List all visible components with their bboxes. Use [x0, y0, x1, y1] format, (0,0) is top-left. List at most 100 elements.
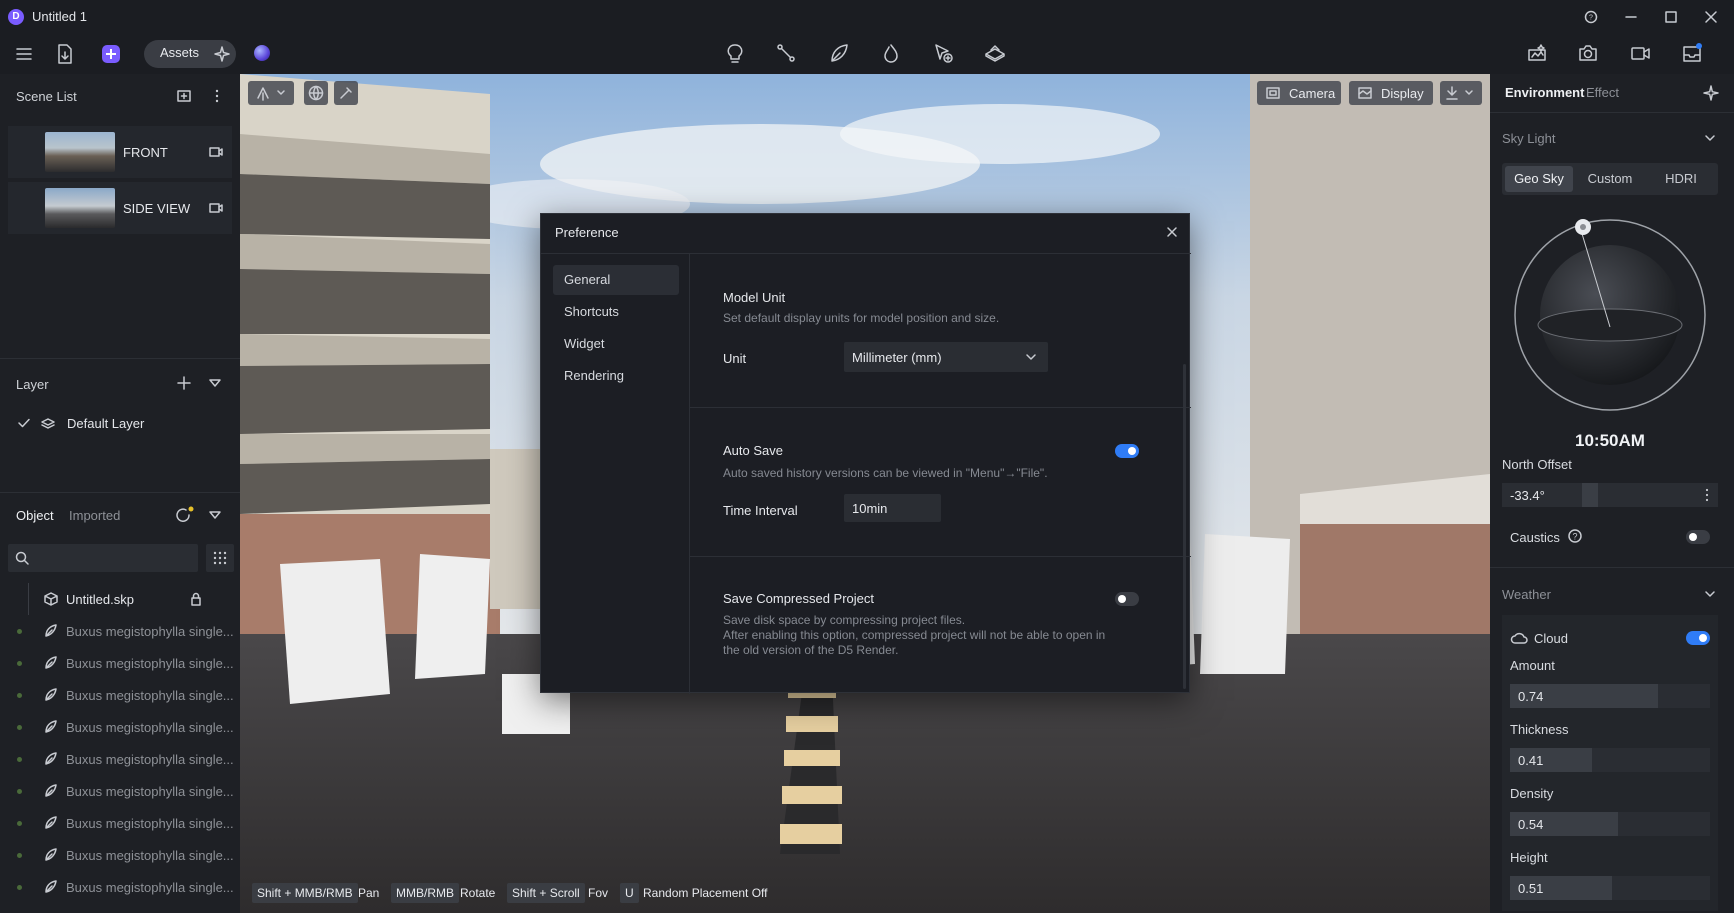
dialog-scrollbar[interactable]: [1183, 364, 1186, 689]
layer-name[interactable]: Default Layer: [67, 416, 144, 431]
nav-widget[interactable]: Widget: [553, 329, 679, 359]
video-icon[interactable]: [1629, 42, 1651, 64]
section-divider: [690, 556, 1191, 557]
chevron-down-icon[interactable]: [1703, 587, 1717, 601]
mode-geo-sky[interactable]: Geo Sky: [1505, 166, 1573, 192]
object-root-row[interactable]: Untitled.skp: [0, 583, 240, 615]
mode-custom[interactable]: Custom: [1576, 166, 1644, 192]
refresh-icon[interactable]: [174, 506, 194, 526]
weather-param-label: Height: [1510, 850, 1548, 865]
scene-item-front[interactable]: FRONT: [8, 126, 232, 178]
ai-sparkle-icon[interactable]: [1702, 84, 1720, 102]
object-list-item[interactable]: Buxus megistophylla single...: [0, 615, 240, 647]
nav-rendering[interactable]: Rendering: [553, 361, 679, 391]
hint-key: MMB/RMB: [391, 883, 459, 903]
object-list-item[interactable]: Buxus megistophylla single...: [0, 839, 240, 871]
add-scene-icon[interactable]: [175, 87, 193, 105]
object-list-item[interactable]: Buxus megistophylla single...: [0, 647, 240, 679]
tab-effect[interactable]: Effect: [1586, 85, 1619, 100]
north-offset-slider[interactable]: -33.4°: [1502, 483, 1718, 507]
object-list-item[interactable]: Buxus megistophylla single...: [0, 871, 240, 903]
weather-param-slider[interactable]: 0.41: [1510, 748, 1710, 772]
ai-plugin-icon[interactable]: [100, 43, 122, 65]
object-name: Buxus megistophylla single...: [66, 816, 234, 831]
globe-icon[interactable]: [304, 81, 328, 105]
menu-icon[interactable]: [14, 44, 34, 64]
object-list-item[interactable]: Buxus megistophylla single...: [0, 807, 240, 839]
maximize-icon[interactable]: [1662, 8, 1680, 26]
model-unit-title: Model Unit: [723, 290, 786, 305]
d5-orb-icon[interactable]: [254, 45, 270, 61]
ai-sparkle-icon[interactable]: [212, 44, 232, 64]
north-offset-handle[interactable]: [1582, 483, 1598, 507]
dialog-close-icon[interactable]: [1164, 224, 1180, 240]
close-window-icon[interactable]: [1702, 8, 1720, 26]
gallery-inbox-icon[interactable]: [1681, 42, 1703, 64]
weather-param-slider[interactable]: 0.51: [1510, 876, 1710, 900]
leaf-icon: [43, 719, 59, 735]
tab-object[interactable]: Object: [16, 508, 54, 523]
nav-general[interactable]: General: [553, 265, 679, 295]
object-list-item[interactable]: Buxus megistophylla single...: [0, 743, 240, 775]
object-name: Buxus megistophylla single...: [66, 624, 234, 639]
camera-button[interactable]: Camera: [1257, 81, 1341, 105]
render-image-icon[interactable]: [1526, 42, 1548, 64]
caustics-label: Caustics: [1510, 530, 1560, 545]
vegetation-icon[interactable]: [828, 42, 850, 64]
caustics-toggle[interactable]: [1686, 530, 1710, 544]
light-bulb-icon[interactable]: [724, 42, 746, 64]
weather-param-slider[interactable]: 0.54: [1510, 812, 1710, 836]
layer-filter-icon[interactable]: [207, 375, 223, 391]
weather-param-slider[interactable]: 0.74: [1510, 684, 1710, 708]
minimize-icon[interactable]: [1622, 8, 1640, 26]
compressed-toggle[interactable]: [1115, 592, 1139, 606]
help-icon[interactable]: ?: [1582, 8, 1600, 26]
mode-hdri[interactable]: HDRI: [1647, 166, 1715, 192]
object-list-item[interactable]: Buxus megistophylla single...: [0, 679, 240, 711]
more-options-icon[interactable]: [1700, 487, 1714, 503]
auto-save-toggle[interactable]: [1115, 444, 1139, 458]
auto-save-title: Auto Save: [723, 443, 783, 458]
sun-time: 10:50AM: [1575, 431, 1645, 450]
sun-position-dial[interactable]: [1510, 215, 1710, 415]
terrain-layers-icon[interactable]: [984, 42, 1006, 64]
object-list-item[interactable]: Buxus megistophylla single...: [0, 711, 240, 743]
import-file-icon[interactable]: [55, 43, 75, 65]
grid-view-button[interactable]: [206, 544, 234, 572]
pick-tool-icon[interactable]: [334, 81, 358, 105]
object-filter-icon[interactable]: [207, 507, 223, 523]
unit-dropdown[interactable]: Millimeter (mm): [844, 342, 1048, 372]
section-divider: [690, 407, 1191, 408]
display-button[interactable]: Display: [1349, 81, 1433, 105]
compressed-desc-1: Save disk space by compressing project f…: [723, 613, 966, 627]
navigation-mode-button[interactable]: [248, 81, 294, 105]
object-name: Buxus megistophylla single...: [66, 784, 234, 799]
nav-shortcuts[interactable]: Shortcuts: [553, 297, 679, 327]
object-list-item[interactable]: Buxus megistophylla single...: [0, 775, 240, 807]
gizmo-options-button[interactable]: [1440, 81, 1482, 105]
object-search-input[interactable]: [8, 544, 198, 572]
info-icon[interactable]: ?: [1567, 528, 1583, 544]
tab-environment[interactable]: Environment: [1505, 85, 1584, 100]
preference-dialog: Preference General Shortcuts Widget Rend…: [540, 213, 1191, 694]
camera-icon[interactable]: [1577, 42, 1599, 64]
cloud-toggle[interactable]: [1686, 631, 1710, 645]
lock-icon[interactable]: [188, 591, 204, 607]
particle-fire-icon[interactable]: [880, 42, 902, 64]
tab-imported[interactable]: Imported: [69, 508, 120, 523]
object-name: Buxus megistophylla single...: [66, 720, 234, 735]
window-title: Untitled 1: [32, 9, 87, 24]
scene-more-icon[interactable]: [208, 87, 226, 105]
select-add-icon[interactable]: [932, 42, 954, 64]
scene-camera-icon[interactable]: [208, 144, 224, 160]
visibility-dot: [17, 693, 22, 698]
leaf-icon: [43, 655, 59, 671]
layer-check-icon[interactable]: [16, 415, 32, 431]
sun-handle-icon[interactable]: [1573, 217, 1593, 237]
path-tool-icon[interactable]: [775, 42, 797, 64]
scene-item-side-view[interactable]: SIDE VIEW: [8, 182, 232, 234]
add-layer-icon[interactable]: [175, 374, 193, 392]
scene-camera-icon[interactable]: [208, 200, 224, 216]
chevron-down-icon[interactable]: [1703, 131, 1717, 145]
time-interval-input[interactable]: 10min: [844, 494, 941, 522]
